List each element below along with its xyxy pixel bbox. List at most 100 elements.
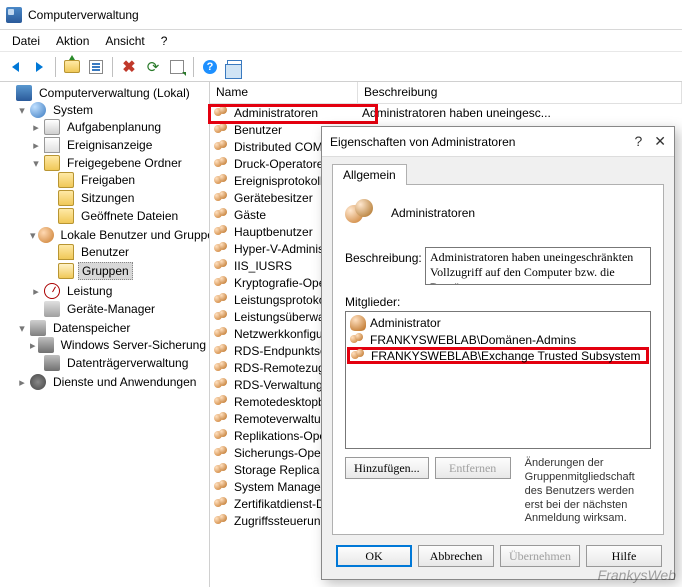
forward-button[interactable]	[28, 56, 50, 78]
group-name-label: Administratoren	[391, 206, 475, 220]
member-row[interactable]: FRANKYSWEBLAB\Exchange Trusted Subsystem	[347, 347, 649, 364]
tree-storage[interactable]: ▾Datenspeicher	[16, 320, 209, 336]
apply-button[interactable]: Übernehmen	[500, 545, 580, 567]
membership-note: Änderungen der Gruppenmitgliedschaft des…	[517, 457, 651, 526]
help-button[interactable]: ?	[199, 56, 221, 78]
delete-button[interactable]: ✖	[118, 56, 140, 78]
dialog-help-button[interactable]: ?	[634, 133, 642, 150]
tree-server-backup[interactable]: ▸Windows Server-Sicherung	[30, 337, 209, 353]
group-icon	[214, 326, 230, 342]
description-input[interactable]	[425, 247, 651, 285]
member-name: FRANKYSWEBLAB\Domänen-Admins	[370, 333, 576, 347]
tree-root[interactable]: Computerverwaltung (Lokal)	[2, 85, 209, 101]
toolbar: ✖ ⟳ ?	[0, 52, 682, 82]
window-title: Computerverwaltung	[28, 8, 139, 22]
tree-shares[interactable]: Freigaben	[44, 172, 209, 188]
group-icon	[214, 156, 230, 172]
tab-content: Administratoren Beschreibung: Mitglieder…	[332, 184, 664, 535]
tree-groups[interactable]: Gruppen	[44, 262, 209, 280]
services-icon	[30, 374, 46, 390]
member-name: Administrator	[370, 316, 441, 330]
tree-shared-folders[interactable]: ▾Freigegebene Ordner	[30, 155, 209, 171]
member-name: FRANKYSWEBLAB\Exchange Trusted Subsystem	[371, 349, 640, 363]
cancel-button[interactable]: Abbrechen	[418, 545, 494, 567]
tree-task-scheduler[interactable]: ▸Aufgabenplanung	[30, 119, 209, 135]
group-icon	[214, 275, 230, 291]
group-icon	[351, 348, 367, 364]
menu-file[interactable]: Datei	[4, 32, 48, 50]
col-name[interactable]: Name	[210, 82, 358, 103]
dialog-footer: OK Abbrechen Übernehmen Hilfe	[332, 535, 664, 569]
properties-dialog: Eigenschaften von Administratoren ? ✕ Al…	[321, 126, 675, 580]
shares-icon	[58, 172, 74, 188]
group-icon	[214, 224, 230, 240]
arrow-right-icon	[36, 62, 43, 72]
group-icon	[214, 258, 230, 274]
users-group-icon	[38, 227, 54, 243]
folder-open-icon	[58, 263, 74, 279]
properties-button[interactable]	[85, 56, 107, 78]
tree-disk-mgmt[interactable]: Datenträgerverwaltung	[30, 355, 209, 371]
ok-button[interactable]: OK	[336, 545, 412, 567]
tab-general[interactable]: Allgemein	[332, 164, 407, 185]
openfiles-icon	[58, 208, 74, 224]
group-icon	[214, 241, 230, 257]
tree-open-files[interactable]: Geöffnete Dateien	[44, 208, 209, 224]
tree-services[interactable]: ▸Dienste und Anwendungen	[16, 374, 209, 390]
tree-sessions[interactable]: Sitzungen	[44, 190, 209, 206]
refresh-icon: ⟳	[147, 58, 160, 76]
group-row[interactable]: AdministratorenAdministratoren haben une…	[210, 104, 682, 121]
back-button[interactable]	[4, 56, 26, 78]
export-button[interactable]	[166, 56, 188, 78]
dialog-title: Eigenschaften von Administratoren	[330, 135, 515, 149]
dialog-body: Allgemein Administratoren Beschreibung: …	[322, 157, 674, 579]
user-icon	[350, 315, 366, 331]
up-button[interactable]	[61, 56, 83, 78]
group-icon	[214, 173, 230, 189]
menu-help[interactable]: ?	[153, 32, 176, 50]
show-hide-button[interactable]	[223, 56, 245, 78]
member-row[interactable]: FRANKYSWEBLAB\Domänen-Admins	[348, 331, 648, 348]
tree-pane[interactable]: Computerverwaltung (Lokal) ▾System ▸Aufg…	[0, 82, 210, 587]
tree-device-manager[interactable]: Geräte-Manager	[30, 301, 209, 317]
tree-performance[interactable]: ▸Leistung	[30, 283, 209, 299]
members-list[interactable]: Administrator FRANKYSWEBLAB\Domänen-Admin…	[345, 311, 651, 449]
sessions-icon	[58, 190, 74, 206]
group-icon	[214, 377, 230, 393]
label-description: Beschreibung:	[345, 247, 425, 265]
group-icon	[214, 207, 230, 223]
tree-local-users[interactable]: ▾Lokale Benutzer und Gruppen	[30, 227, 209, 243]
group-icon	[214, 513, 230, 529]
dialog-title-bar[interactable]: Eigenschaften von Administratoren ? ✕	[322, 127, 674, 157]
label-members: Mitglieder:	[345, 295, 651, 309]
remove-button[interactable]: Entfernen	[435, 457, 511, 479]
group-icon	[214, 479, 230, 495]
help-dialog-button[interactable]: Hilfe	[586, 545, 662, 567]
tree-users[interactable]: Benutzer	[44, 244, 209, 260]
backup-icon	[38, 337, 54, 353]
add-button[interactable]: Hinzufügen...	[345, 457, 429, 479]
col-desc[interactable]: Beschreibung	[358, 82, 682, 103]
performance-icon	[44, 283, 60, 299]
toolbar-separator	[55, 57, 56, 77]
menu-bar: Datei Aktion Ansicht ?	[0, 30, 682, 52]
device-icon	[44, 301, 60, 317]
tree-event-viewer[interactable]: ▸Ereignisanzeige	[30, 137, 209, 153]
group-icon	[214, 496, 230, 512]
title-bar: Computerverwaltung	[0, 0, 682, 30]
menu-view[interactable]: Ansicht	[97, 32, 152, 50]
close-icon[interactable]: ✕	[654, 133, 666, 150]
tree-system[interactable]: ▾System	[16, 102, 209, 118]
group-icon	[214, 343, 230, 359]
group-icon	[350, 332, 366, 348]
up-folder-icon	[64, 60, 80, 73]
toolbar-separator	[112, 57, 113, 77]
list-header: Name Beschreibung	[210, 82, 682, 104]
group-large-icon	[345, 197, 377, 229]
menu-action[interactable]: Aktion	[48, 32, 97, 50]
group-icon	[214, 122, 230, 138]
refresh-button[interactable]: ⟳	[142, 56, 164, 78]
task-icon	[44, 119, 60, 135]
member-row[interactable]: Administrator	[348, 314, 648, 331]
group-icon	[214, 394, 230, 410]
